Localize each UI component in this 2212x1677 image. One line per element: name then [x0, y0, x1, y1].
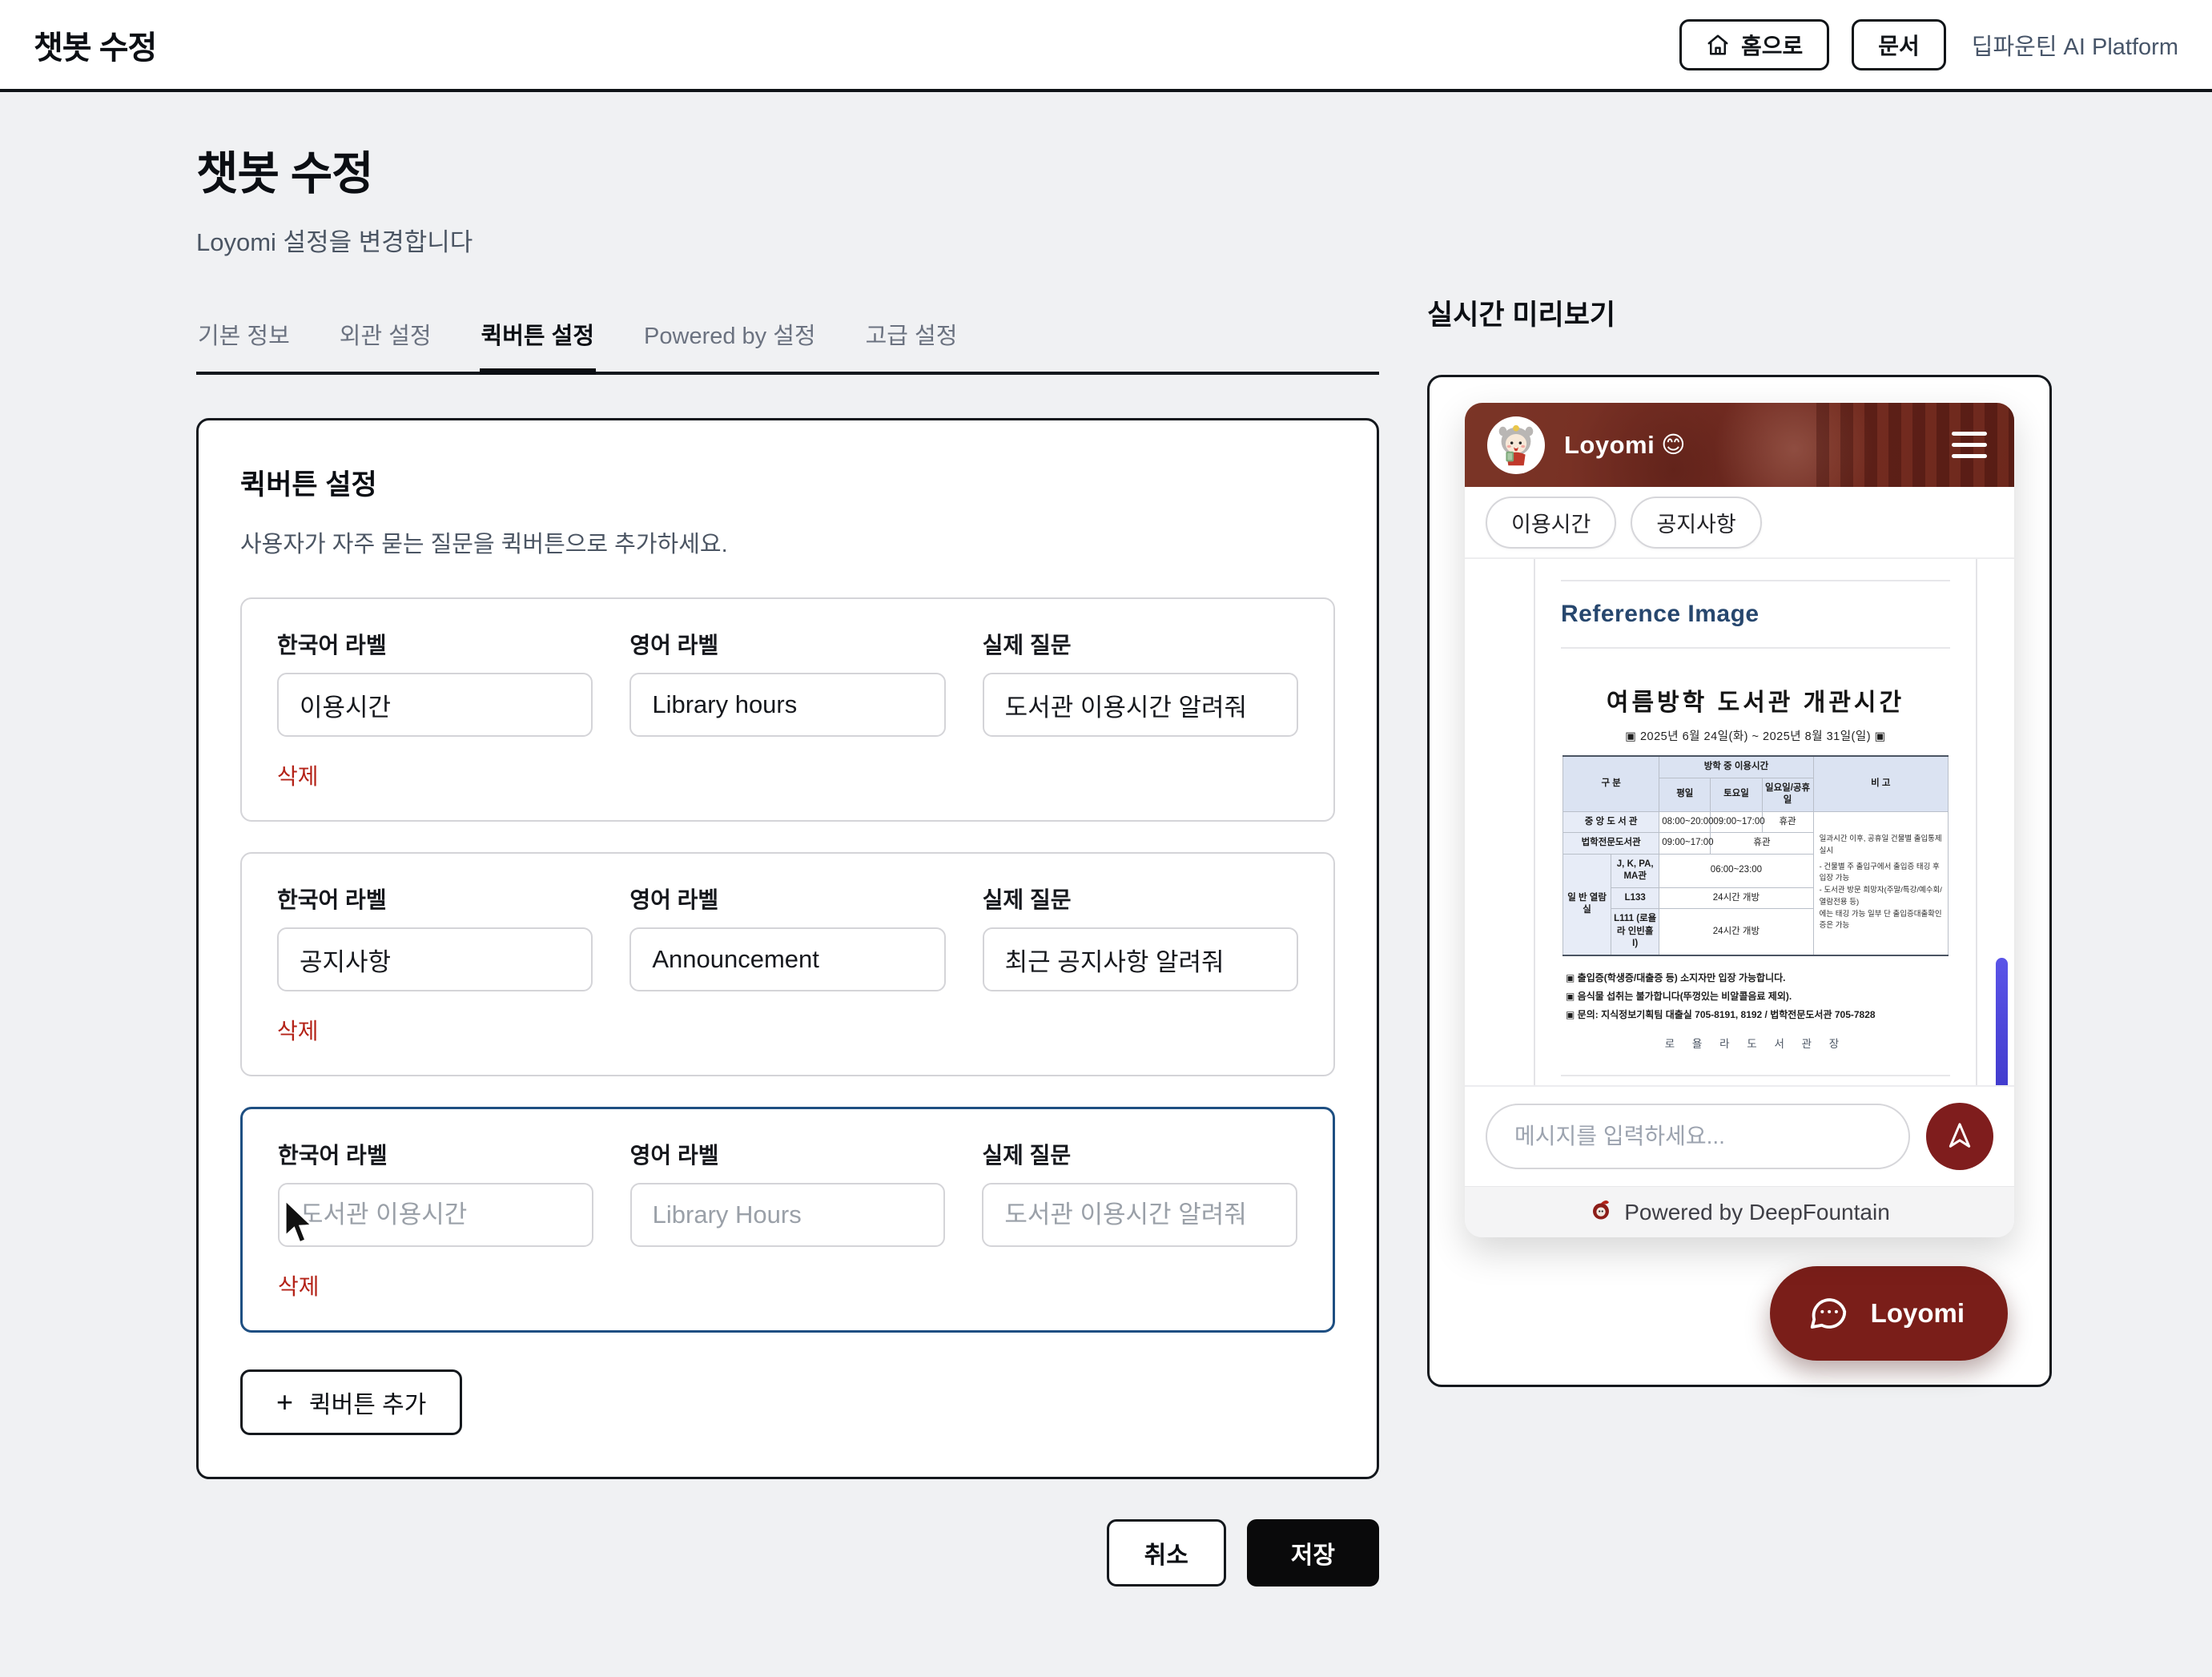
korean-label-input[interactable]: [278, 1183, 593, 1247]
app-title: 챗봇 수정: [34, 22, 156, 68]
preview-box: Loyomi😊 이용시간 공지사항: [1427, 375, 2052, 1387]
library-hours-table: 구 분 방학 중 이용시간 비 고 평일 토요일 일요일/공휴일: [1562, 755, 1949, 956]
tab-advanced[interactable]: 고급 설정: [864, 317, 959, 375]
content: 챗봇 수정 Loyomi 설정을 변경합니다 기본 정보 외관 설정 퀵버튼 설…: [0, 92, 2212, 1587]
bot-message-bubble: Online Library Portal). Reference Image …: [1534, 559, 1977, 1085]
field-group: 실제 질문: [983, 883, 1298, 991]
quick-button-row-2: 한국어 라벨 영어 라벨 실제 질문 삭제: [240, 852, 1335, 1076]
add-quick-button[interactable]: + 퀵버튼 추가: [240, 1369, 462, 1435]
field-group: 실제 질문: [982, 1138, 1297, 1247]
launcher-row: Loyomi: [1465, 1266, 2014, 1361]
preview-title: 실시간 미리보기: [1427, 292, 2052, 333]
english-label: 영어 라벨: [630, 1138, 946, 1170]
tab-basic-info[interactable]: 기본 정보: [196, 317, 292, 375]
topbar: 챗봇 수정 홈으로 문서 딥파운틴 AI Platform: [0, 0, 2212, 92]
quick-reply-bar: 이용시간 공지사항: [1465, 487, 2014, 559]
reference-image-heading: Reference Image: [1561, 601, 1950, 628]
deepfountain-icon: [1589, 1197, 1613, 1227]
bot-emoji: 😊: [1661, 431, 1686, 459]
clipped-link: Online Library Portal).: [1561, 559, 1950, 561]
question-input[interactable]: [982, 1183, 1297, 1247]
send-icon: [1944, 1120, 1976, 1154]
field-group: 영어 라벨: [630, 1138, 946, 1247]
field-group: 한국어 라벨: [277, 628, 593, 737]
field-group: 영어 라벨: [629, 883, 945, 991]
delete-row-button[interactable]: 삭제: [278, 1269, 320, 1301]
chat-scrollbar-thumb[interactable]: [1996, 958, 2008, 1085]
tab-powered-by[interactable]: Powered by 설정: [642, 317, 818, 375]
chat-input-bar: [1465, 1085, 2014, 1186]
english-label: 영어 라벨: [629, 883, 945, 915]
platform-label: 딥파운틴 AI Platform: [1972, 28, 2178, 62]
cancel-button[interactable]: 취소: [1107, 1519, 1226, 1587]
quick-reply-notice[interactable]: 공지사항: [1631, 497, 1761, 549]
quick-button-row-3: 한국어 라벨 영어 라벨 실제 질문 삭제: [240, 1107, 1335, 1333]
chat-bubble-icon: [1807, 1291, 1850, 1337]
quick-button-row-1: 한국어 라벨 영어 라벨 실제 질문 삭제: [240, 597, 1335, 822]
korean-label: 한국어 라벨: [277, 628, 593, 660]
page-title: 챗봇 수정: [196, 137, 1379, 203]
hamburger-menu-icon[interactable]: [1947, 427, 1992, 463]
tab-quick-buttons[interactable]: 퀵버튼 설정: [480, 317, 596, 375]
save-button[interactable]: 저장: [1247, 1519, 1379, 1587]
launcher-label: Loyomi: [1871, 1298, 1965, 1329]
question-label: 실제 질문: [983, 883, 1298, 915]
korean-label: 한국어 라벨: [278, 1138, 593, 1170]
field-group: 한국어 라벨: [277, 883, 593, 991]
chat-message-input[interactable]: [1486, 1104, 1910, 1169]
chat-launcher-button[interactable]: Loyomi: [1770, 1266, 2008, 1361]
settings-tabs: 기본 정보 외관 설정 퀵버튼 설정 Powered by 설정 고급 설정: [196, 317, 1379, 375]
english-label-input[interactable]: [630, 1183, 946, 1247]
docs-button-label: 문서: [1878, 29, 1920, 61]
poster-notes: ▣ 출입증(학생증/대출증 등) 소지자만 입장 가능합니다. ▣ 음식물 섭취…: [1562, 969, 1949, 1025]
field-group: 영어 라벨: [629, 628, 945, 737]
form-actions: 취소 저장: [196, 1519, 1379, 1587]
poster-period: ▣ 2025년 6월 24일(화) ~ 2025년 8월 31일(일) ▣: [1562, 727, 1949, 744]
korean-label: 한국어 라벨: [277, 883, 593, 915]
docs-button[interactable]: 문서: [1852, 19, 1946, 70]
english-label-input[interactable]: [629, 673, 945, 737]
english-label-input[interactable]: [629, 927, 945, 991]
korean-label-input[interactable]: [277, 927, 593, 991]
question-label: 실제 질문: [982, 1138, 1297, 1170]
home-icon: [1706, 33, 1730, 57]
reference-image: 여름방학 도서관 개관시간 ▣ 2025년 6월 24일(화) ~ 2025년 …: [1561, 668, 1950, 1056]
question-input[interactable]: [983, 927, 1298, 991]
bot-name: Loyomi😊: [1564, 431, 1686, 460]
powered-by-label: Powered by DeepFountain: [1624, 1200, 1890, 1225]
quick-button-settings-card: 퀵버튼 설정 사용자가 자주 묻는 질문을 퀵버튼으로 추가하세요. 한국어 라…: [196, 418, 1379, 1479]
korean-label-input[interactable]: [277, 673, 593, 737]
app-window: 챗봇 수정 홈으로 문서 딥파운틴 AI Platform 챗봇 수정 Loyo…: [0, 0, 2212, 1677]
chat-header: Loyomi😊: [1465, 403, 2014, 487]
card-title: 퀵버튼 설정: [240, 462, 1335, 503]
topbar-actions: 홈으로 문서 딥파운틴 AI Platform: [1679, 19, 2178, 70]
loyomi-mascot-icon: [1491, 420, 1541, 470]
settings-column: 챗봇 수정 Loyomi 설정을 변경합니다 기본 정보 외관 설정 퀵버튼 설…: [196, 92, 1379, 1587]
page-subtitle: Loyomi 설정을 변경합니다: [196, 222, 1379, 258]
delete-row-button[interactable]: 삭제: [277, 1014, 319, 1046]
field-group: 한국어 라벨: [278, 1138, 593, 1247]
bot-avatar: [1487, 416, 1545, 474]
question-label: 실제 질문: [983, 628, 1298, 660]
question-input[interactable]: [983, 673, 1298, 737]
home-button[interactable]: 홈으로: [1679, 19, 1829, 70]
field-group: 실제 질문: [983, 628, 1298, 737]
chat-messages: Online Library Portal). Reference Image …: [1465, 559, 2014, 1085]
chat-widget: Loyomi😊 이용시간 공지사항: [1465, 403, 2014, 1237]
plus-icon: +: [276, 1388, 293, 1417]
delete-row-button[interactable]: 삭제: [277, 759, 319, 791]
preview-column: 실시간 미리보기: [1427, 92, 2052, 1387]
send-button[interactable]: [1926, 1103, 1993, 1170]
poster-signature: 로 욜 라 도 서 관 장: [1562, 1035, 1949, 1056]
powered-by-footer: Powered by DeepFountain: [1465, 1186, 2014, 1237]
poster-title: 여름방학 도서관 개관시간: [1562, 682, 1949, 718]
add-quick-button-label: 퀵버튼 추가: [309, 1385, 426, 1420]
english-label: 영어 라벨: [629, 628, 945, 660]
tab-appearance[interactable]: 외관 설정: [338, 317, 433, 375]
quick-reply-hours[interactable]: 이용시간: [1486, 497, 1616, 549]
card-description: 사용자가 자주 묻는 질문을 퀵버튼으로 추가하세요.: [240, 525, 1335, 559]
home-button-label: 홈으로: [1741, 29, 1803, 61]
